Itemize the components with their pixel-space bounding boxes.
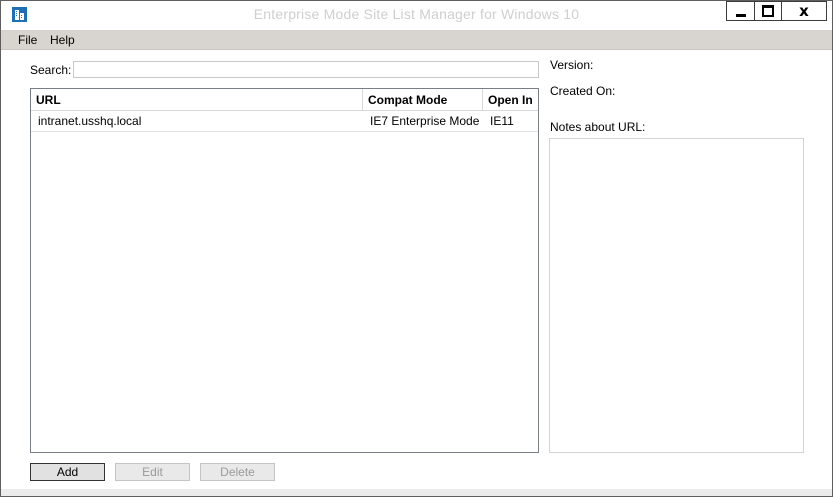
add-button[interactable]: Add: [30, 463, 105, 481]
version-label: Version:: [550, 58, 594, 72]
notes-textarea[interactable]: [549, 138, 804, 453]
menu-bar: File Help: [1, 30, 832, 50]
maximize-icon: [762, 5, 774, 17]
minimize-button[interactable]: [726, 1, 754, 21]
site-list[interactable]: URL Compat Mode Open In intranet.usshq.l…: [30, 88, 539, 453]
menu-help[interactable]: Help: [50, 33, 75, 47]
window-title: Enterprise Mode Site List Manager for Wi…: [253, 6, 580, 22]
maximize-button[interactable]: [754, 1, 781, 21]
table-row[interactable]: intranet.usshq.local IE7 Enterprise Mode…: [31, 111, 538, 132]
column-header-open-in[interactable]: Open In: [483, 89, 538, 110]
cell-open-in: IE11: [490, 114, 514, 128]
cell-url: intranet.usshq.local: [38, 114, 142, 128]
menu-file[interactable]: File: [18, 33, 37, 47]
close-icon: x: [799, 2, 809, 20]
cell-compat-mode: IE7 Enterprise Mode: [370, 114, 480, 128]
column-header-compat-mode[interactable]: Compat Mode: [363, 89, 483, 110]
window-bottom-edge: [1, 489, 832, 496]
app-window: Enterprise Mode Site List Manager for Wi…: [0, 0, 833, 497]
search-input[interactable]: [73, 61, 539, 78]
list-header: URL Compat Mode Open In: [31, 89, 538, 111]
notes-label: Notes about URL:: [550, 120, 646, 134]
edit-button[interactable]: Edit: [115, 463, 190, 481]
created-on-label: Created On:: [550, 84, 616, 98]
close-button[interactable]: x: [781, 1, 827, 21]
search-label: Search:: [30, 63, 72, 77]
title-bar[interactable]: Enterprise Mode Site List Manager for Wi…: [1, 1, 832, 29]
minimize-icon: [735, 13, 746, 17]
delete-button[interactable]: Delete: [200, 463, 275, 481]
column-header-url[interactable]: URL: [31, 89, 363, 110]
